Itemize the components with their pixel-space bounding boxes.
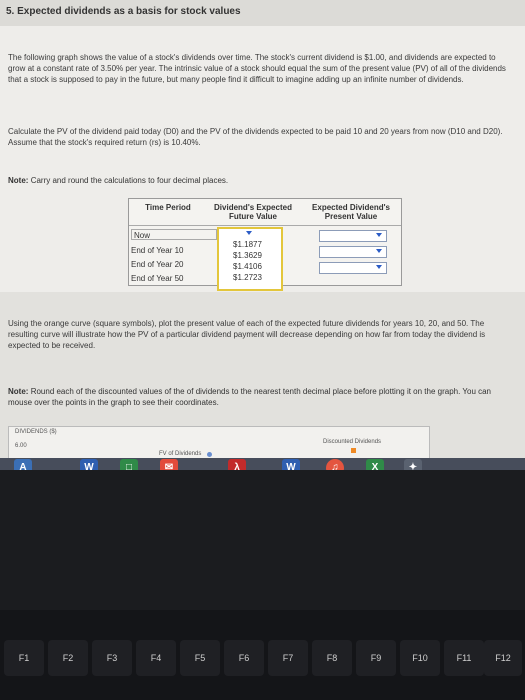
key-f3[interactable]: F3 [92,640,132,676]
row-year-50: End of Year 50 [131,274,184,283]
note-plotting: Note: Round each of the discounted value… [8,386,498,408]
dropdown-option[interactable]: $1.1877 [233,240,262,249]
header-time-period: Time Period [145,203,191,212]
chart-ylabel: DIVIDENDS ($) [15,429,57,435]
mail-icon[interactable]: ✉ [160,459,178,470]
fv-series-marker-icon[interactable] [207,452,212,457]
key-f1[interactable]: F1 [4,640,44,676]
note-label: Note: [8,387,29,396]
dividend-chart[interactable]: DIVIDENDS ($) 6.00 FV of Dividends Disco… [8,426,430,462]
header-future-value: Dividend's Expected Future Value [214,203,292,221]
note-label: Note: [8,176,29,185]
chevron-down-icon [246,231,252,235]
instructions-paragraph: Using the orange curve (square symbols),… [8,319,486,350]
excel-icon[interactable]: X [366,459,384,470]
legend-fv: FV of Dividends [159,451,202,457]
key-f4[interactable]: F4 [136,640,176,676]
dropdown-option[interactable]: $1.3629 [233,251,262,260]
keyboard-function-row: F1 F2 F3 F4 F5 F6 F7 F8 F9 F10 F11 F12 [0,610,525,700]
taskbar: A W □ ✉ λ W ♫ X ✦ [0,458,525,470]
dividend-table: Time Period Dividend's Expected Future V… [128,198,402,291]
key-f2[interactable]: F2 [48,640,88,676]
key-f6[interactable]: F6 [224,640,264,676]
key-f9[interactable]: F9 [356,640,396,676]
note-text: Carry and round the calculations to four… [30,176,229,185]
key-f12[interactable]: F12 [484,640,522,676]
app-store-icon[interactable]: □ [120,459,138,470]
chevron-down-icon [376,233,382,237]
settings-icon[interactable]: ✦ [404,459,422,470]
pv-now-dropdown[interactable] [319,230,387,242]
header-divider [129,225,401,226]
dropdown-option[interactable]: $1.2723 [233,273,262,282]
page-title: 5. Expected dividends as a basis for sto… [6,6,241,17]
key-f5[interactable]: F5 [180,640,220,676]
pv-year-20-dropdown[interactable] [319,262,387,274]
pdf-icon[interactable]: λ [228,459,246,470]
header-present-value: Expected Dividend's Present Value [312,203,390,221]
chevron-down-icon [376,265,382,269]
word-icon[interactable]: W [80,459,98,470]
intro-paragraph: The following graph shows the value of a… [8,53,506,84]
key-f11[interactable]: F11 [444,640,484,676]
key-f8[interactable]: F8 [312,640,352,676]
question-paragraph: Calculate the PV of the dividend paid to… [8,127,503,147]
chart-ytick: 6.00 [15,443,27,449]
chevron-down-icon [376,249,382,253]
app-icon[interactable]: A [14,459,32,470]
music-icon[interactable]: ♫ [326,459,344,470]
question-title-bar: 5. Expected dividends as a basis for sto… [0,0,525,27]
key-f7[interactable]: F7 [268,640,308,676]
question-content: The following graph shows the value of a… [0,26,525,462]
row-year-20: End of Year 20 [131,260,184,269]
legend-pv: Discounted Dividends [323,439,382,445]
dropdown-option[interactable]: $1.4106 [233,262,262,271]
row-now: Now [131,229,217,240]
browser-screen: 5. Expected dividends as a basis for sto… [0,0,525,470]
note-rounding: Note: Carry and round the calculations t… [8,176,228,185]
key-f10[interactable]: F10 [400,640,440,676]
future-value-dropdown-open[interactable]: $1.1877 $1.3629 $1.4106 $1.2723 [217,227,283,291]
row-year-10: End of Year 10 [131,246,184,255]
pv-year-10-dropdown[interactable] [319,246,387,258]
note-text: Round each of the discounted values of t… [8,387,492,407]
pv-series-marker-icon[interactable] [351,448,356,453]
word-icon[interactable]: W [282,459,300,470]
